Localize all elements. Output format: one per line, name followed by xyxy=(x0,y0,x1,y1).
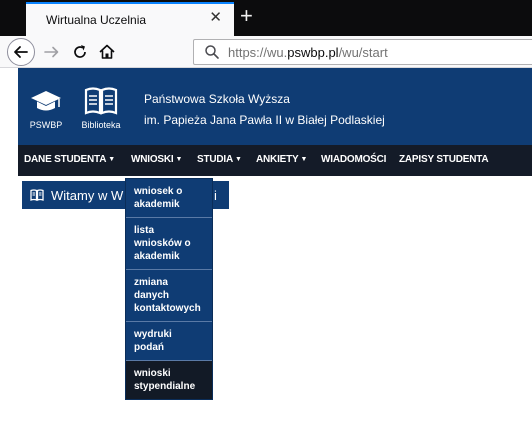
library-link[interactable]: Biblioteka xyxy=(78,86,124,130)
web-page: PSWBP Biblioteka Państwowa Szkoła Wyższa… xyxy=(18,68,532,435)
menu-item-wniosek-o-akademik[interactable]: wniosek o akademik xyxy=(126,179,212,218)
reload-button[interactable] xyxy=(70,42,90,62)
caret-down-icon: ▼ xyxy=(235,156,242,163)
nav-wnioski-label: WNIOSKI xyxy=(131,154,174,165)
nav-ankiety-label: ANKIETY xyxy=(256,154,299,165)
menu-item-wydruki-podan[interactable]: wydruki podań xyxy=(126,322,212,361)
close-tab-icon[interactable]: ✕ xyxy=(209,10,222,26)
school-name-line1: Państwowa Szkoła Wyższa xyxy=(144,92,290,106)
nav-ankiety[interactable]: ANKIETY ▼ xyxy=(256,154,307,165)
url-host: pswbp.pl xyxy=(287,45,339,60)
new-tab-button[interactable]: + xyxy=(240,4,253,28)
nav-wiadomosci[interactable]: WIADOMOŚCI xyxy=(321,154,386,165)
arrow-left-icon xyxy=(14,46,28,58)
menu-item-zmiana-danych[interactable]: zmiana danych kontaktowych xyxy=(126,270,212,322)
back-button[interactable] xyxy=(7,38,35,66)
home-icon xyxy=(99,44,115,59)
nav-dane-studenta[interactable]: DANE STUDENTA ▼ xyxy=(24,154,115,165)
welcome-text-tail: i xyxy=(214,188,217,203)
nav-wnioski[interactable]: WNIOSKI ▼ xyxy=(131,154,182,165)
browser-toolbar: https://wu.pswbp.pl/wu/start xyxy=(0,36,532,68)
nav-zapisy-studenta[interactable]: ZAPISY STUDENTA xyxy=(399,154,489,165)
book-icon xyxy=(84,87,118,115)
pswbp-label: PSWBP xyxy=(29,120,63,130)
caret-down-icon: ▼ xyxy=(108,156,115,163)
nav-dane-studenta-label: DANE STUDENTA xyxy=(24,154,107,165)
url-prefix: https://wu. xyxy=(228,45,288,60)
tab-strip: Wirtualna Uczelnia ✕ + xyxy=(0,0,532,36)
graduation-cap-icon xyxy=(31,91,61,111)
browser-window: Wirtualna Uczelnia ✕ + https://wu.pswbp.… xyxy=(0,0,532,435)
tab-title: Wirtualna Uczelnia xyxy=(46,13,147,27)
url-bar[interactable]: https://wu.pswbp.pl/wu/start xyxy=(193,39,532,65)
open-book-icon xyxy=(30,189,44,201)
forward-button[interactable] xyxy=(42,42,62,62)
nav-studia-label: STUDIA xyxy=(197,154,234,165)
home-button[interactable] xyxy=(97,42,117,62)
arrow-right-icon xyxy=(44,46,59,58)
welcome-text: Witamy w W xyxy=(51,188,124,203)
reload-icon xyxy=(74,45,86,58)
main-navbar: DANE STUDENTA ▼ WNIOSKI ▼ STUDIA ▼ ANKIETY ▼… xyxy=(18,145,532,176)
school-name-line2: im. Papieża Jana Pawła II w Białej Podla… xyxy=(144,113,385,127)
wnioski-dropdown-menu: wniosek o akademik lista wniosków o akad… xyxy=(125,178,213,400)
menu-item-lista-wnioskow[interactable]: lista wniosków o akademik xyxy=(126,218,212,270)
caret-down-icon: ▼ xyxy=(175,156,183,163)
pswbp-logo-link[interactable]: PSWBP xyxy=(26,88,66,130)
nav-studia[interactable]: STUDIA ▼ xyxy=(197,154,242,165)
browser-tab[interactable]: Wirtualna Uczelnia ✕ xyxy=(26,2,234,36)
search-icon xyxy=(205,45,219,59)
site-header: PSWBP Biblioteka Państwowa Szkoła Wyższa… xyxy=(18,68,532,145)
caret-down-icon: ▼ xyxy=(300,156,308,163)
menu-item-wnioski-stypendialne[interactable]: wnioski stypendialne xyxy=(126,361,212,399)
url-text: https://wu.pswbp.pl/wu/start xyxy=(228,45,388,60)
url-path: /wu/start xyxy=(338,45,388,60)
library-label: Biblioteka xyxy=(81,120,121,130)
